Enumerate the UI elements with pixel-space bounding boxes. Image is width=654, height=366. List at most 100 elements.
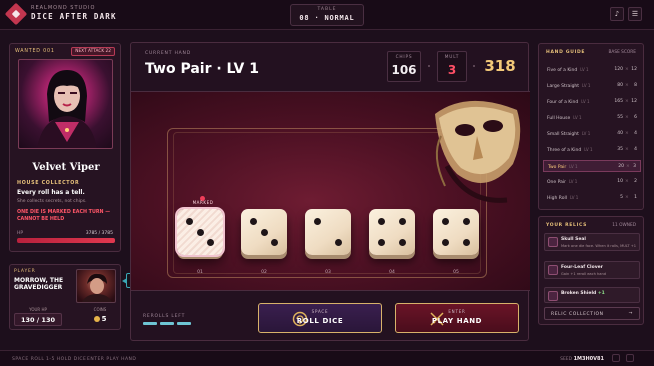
- hand-level: LV 1: [581, 99, 590, 104]
- footer-bar: SPACE ROLL 1-5 HOLD DICE ENTER PLAY HAND…: [0, 350, 654, 366]
- relics-panel: YOUR RELICS 11 OWNED Skull Seal Mark one…: [538, 216, 644, 325]
- player-portrait-art: [81, 273, 113, 302]
- settings-button[interactable]: [626, 354, 634, 362]
- reroll-pip: [177, 322, 191, 325]
- menu-button[interactable]: ☰: [628, 7, 642, 21]
- hand-level: LV 1: [569, 195, 579, 200]
- hand-guide-name: Large Straight LV 1: [547, 83, 590, 89]
- relic-item[interactable]: Skull Seal Mark one die face. When it ro…: [544, 233, 640, 251]
- player-panel: PLAYER MORROW, THE GRAVEDIGGER YOUR HP 1…: [9, 264, 121, 330]
- separator-dot: [428, 65, 430, 67]
- relic-collection-button[interactable]: RELIC COLLECTION →: [544, 307, 640, 320]
- reroll-pip: [160, 322, 174, 325]
- mult-value: 3: [447, 63, 457, 77]
- roll-dice-button[interactable]: SPACE ROLL DICE: [258, 303, 382, 333]
- die-4[interactable]: [369, 209, 415, 255]
- hand-guide-row[interactable]: Three of a Kind LV 1 35 × 4: [543, 144, 641, 156]
- hand-guide-row[interactable]: Full House LV 1 55 × 6: [543, 112, 641, 124]
- die-pip: [378, 239, 385, 246]
- table-indicator: TABLE 08 · NORMAL: [290, 4, 364, 26]
- play-label: PLAY HAND: [431, 317, 483, 325]
- hand-guide-row[interactable]: Large Straight LV 1 80 × 8: [543, 80, 641, 92]
- hand-name-text: One Pair: [547, 180, 566, 185]
- hand-guide-chips: 40: [617, 131, 623, 136]
- hand-guide-panel: HAND GUIDE BASE SCORE Five of a Kind LV 1…: [538, 43, 644, 210]
- copy-seed-button[interactable]: [612, 354, 620, 362]
- hand-name-text: Five of a Kind: [547, 68, 578, 73]
- hand-guide-mult: 3: [633, 164, 636, 169]
- music-button[interactable]: ♪: [610, 7, 624, 21]
- die-pip: [335, 239, 342, 246]
- enemy-panel: WANTED 001 NEXT ATTACK 22 Velvet Viper H…: [9, 43, 121, 252]
- player-hp-value: 130 / 130: [14, 313, 62, 326]
- relic-badge: +1: [597, 291, 605, 296]
- enemy-portrait-art: [37, 70, 97, 148]
- player-portrait: [76, 269, 116, 303]
- enemy-ability-sub: She collects secrets, not chips.: [17, 199, 87, 204]
- hand-guide-name: Four of a Kind LV 1: [547, 99, 590, 105]
- hand-level: LV 1: [569, 164, 578, 169]
- hint-play: ENTER PLAY HAND: [87, 357, 137, 362]
- top-bar: REALMOND STUDIO DICE AFTER DARK TABLE 08…: [0, 0, 654, 30]
- die-pip: [463, 218, 470, 225]
- hand-guide-row[interactable]: Two Pair LV 1 20 × 3: [543, 160, 641, 172]
- venetian-mask-icon: [435, 100, 521, 203]
- dice-felt: MARKED 01 02 03 04 05: [131, 91, 530, 291]
- hand-guide-row[interactable]: High Roll LV 1 5 × 1: [543, 192, 641, 204]
- relic-item[interactable]: Broken Shield +1: [544, 287, 640, 303]
- relic-name-text: Broken Shield: [561, 291, 597, 296]
- hand-guide-row[interactable]: Small Straight LV 1 40 × 4: [543, 128, 641, 140]
- hand-guide-row[interactable]: Four of a Kind LV 1 165 × 12: [543, 96, 641, 108]
- die-pip: [378, 218, 385, 225]
- action-bar: REROLLS LEFT SPACE ROLL DICE ENTER PLAY …: [131, 291, 530, 342]
- relic-item[interactable]: Four-Leaf Clover Gain +1 reroll each han…: [544, 261, 640, 279]
- reroll-pip: [143, 322, 157, 325]
- enemy-hp-fill: [17, 238, 115, 243]
- die-2[interactable]: [241, 209, 287, 255]
- die-3[interactable]: [305, 209, 351, 255]
- die-1[interactable]: [177, 209, 223, 255]
- game-title: DICE AFTER DARK: [31, 12, 117, 21]
- hand-score: 318: [484, 57, 516, 75]
- roll-label: ROLL DICE: [296, 317, 344, 325]
- hand-guide-name: One Pair LV 1: [547, 179, 577, 185]
- clover-icon: [548, 265, 558, 275]
- hand-guide-chips: 165: [614, 99, 623, 104]
- die-label: 01: [197, 270, 203, 275]
- seed-value: 1M3H0V81: [573, 356, 604, 362]
- hand-name-text: Large Straight: [547, 84, 580, 89]
- enemy-hp-bar: [17, 238, 115, 243]
- hand-guide-row[interactable]: One Pair LV 1 10 × 2: [543, 176, 641, 188]
- die-pip: [186, 218, 193, 225]
- seed-display: SEED 1M3H0V81: [560, 356, 604, 362]
- hand-guide-chips: 5: [620, 195, 623, 200]
- hand-guide-chips: 55: [617, 115, 623, 120]
- die-label: 04: [389, 270, 395, 275]
- game-logo-icon: [4, 2, 28, 26]
- enemy-portrait: [18, 59, 113, 149]
- hand-level: LV 1: [568, 179, 578, 184]
- relic-name: Four-Leaf Clover: [561, 265, 603, 270]
- coins-display: 5: [82, 315, 118, 323]
- hand-level: LV 1: [584, 147, 593, 152]
- die-label: 02: [261, 270, 267, 275]
- hand-guide-chips: 20: [618, 164, 624, 169]
- mult-box: MULT 3: [437, 51, 467, 82]
- play-hand-button[interactable]: ENTER PLAY HAND: [395, 303, 519, 333]
- hand-guide-name: Three of a Kind LV 1: [547, 147, 593, 153]
- hand-guide-mult: 12: [631, 99, 637, 104]
- die-pip: [463, 239, 470, 246]
- hand-name-text: Three of a Kind: [547, 148, 582, 153]
- seed-label: SEED: [560, 357, 573, 362]
- hand-guide-mult: 1: [634, 195, 637, 200]
- die-pip: [250, 218, 257, 225]
- die-5[interactable]: [433, 209, 479, 255]
- enemy-warning: ONE DIE IS MARKED EACH TURN — CANNOT BE …: [17, 210, 111, 222]
- relic-name: Broken Shield +1: [561, 291, 605, 296]
- chips-box: CHIPS 106: [387, 51, 421, 82]
- shield-icon: [548, 291, 558, 301]
- hand-guide-row[interactable]: Five of a Kind LV 1 120 × 12: [543, 64, 641, 76]
- hand-guide-title: HAND GUIDE: [546, 50, 586, 55]
- die-pip: [196, 228, 204, 236]
- marked-label: MARKED: [192, 200, 214, 205]
